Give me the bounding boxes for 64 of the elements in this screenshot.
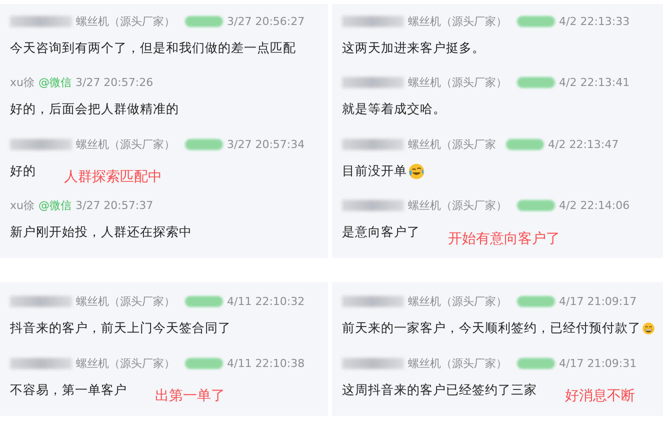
- blurred-name: [342, 200, 404, 211]
- message-text: 抖音来的客户，前天上门今天签合同了: [10, 320, 231, 336]
- message-text: 前天来的一家客户，今天顺利签约，已经付预付款了: [342, 320, 641, 336]
- message-time: 4/11 22:10:32: [227, 294, 305, 308]
- grinning-emoji-icon: [642, 320, 655, 336]
- message-time: 4/2 22:13:41: [559, 76, 630, 89]
- message-text: 这周抖音来的客户已经签约了三家: [342, 382, 537, 398]
- blurred-name: [10, 138, 72, 150]
- message-time: 4/17 21:09:31: [559, 356, 637, 370]
- blurred-tag: [517, 200, 555, 211]
- blurred-name: [10, 16, 72, 26]
- blurred-name: [10, 296, 72, 306]
- sender-name: 螺丝机（源头厂家）: [408, 198, 507, 213]
- blurred-tag: [185, 296, 223, 306]
- message-time: 4/2 22:14:06: [559, 199, 630, 212]
- blurred-name: [342, 77, 404, 88]
- message-time: 4/17 21:09:17: [559, 294, 637, 308]
- blurred-tag: [517, 296, 555, 306]
- sender-name: 螺丝机（源头厂家）: [408, 14, 507, 28]
- blurred-name: [342, 138, 404, 150]
- message-text: 好的，后面会把人群做精准的: [10, 101, 179, 118]
- blurred-name: [342, 358, 404, 368]
- sender-name: 螺丝机（源头厂家）: [76, 356, 175, 370]
- message-time: 3/27 20:57:26: [75, 76, 154, 89]
- message-text: 就是等着成交哈。: [342, 101, 446, 118]
- message-text: 新户刚开始投，人群还在探索中: [10, 224, 192, 241]
- annotation: 开始有意向客户了: [448, 230, 560, 248]
- blurred-name: [10, 358, 72, 368]
- sender-name: 螺丝机（源头厂家）: [76, 14, 175, 28]
- message-text: 好的: [10, 162, 36, 180]
- annotation: 好消息不断: [565, 387, 635, 405]
- message-text: 这两天加进来客户挺多。: [342, 40, 485, 56]
- laughing-crying-emoji-icon: [408, 162, 425, 180]
- sender-name: xu徐: [10, 75, 34, 90]
- sender-name: 螺丝机（源头厂家）: [408, 356, 507, 370]
- message-time: 3/27 20:57:34: [227, 138, 305, 150]
- message-time: 4/2 22:13:33: [559, 14, 630, 28]
- blurred-tag: [517, 358, 555, 368]
- message-time: 4/11 22:10:38: [227, 356, 305, 370]
- sender-name: 螺丝机（源头厂家）: [76, 136, 175, 152]
- blurred-tag: [506, 138, 544, 150]
- sender-name: 螺丝机（源头厂家: [408, 136, 496, 152]
- blurred-tag: [517, 77, 555, 88]
- blurred-name: [342, 16, 404, 26]
- message-text: 是意向客户了: [342, 224, 420, 241]
- message-time: 4/2 22:13:47: [548, 138, 619, 150]
- blurred-tag: [185, 138, 223, 150]
- channel-label: @微信: [38, 198, 72, 213]
- sender-name: 螺丝机（源头厂家）: [408, 294, 507, 308]
- sender-name: 螺丝机（源头厂家）: [76, 294, 175, 308]
- message-time: 3/27 20:57:37: [75, 199, 154, 212]
- message-text: 目前没开单: [342, 162, 407, 180]
- blurred-tag: [517, 16, 555, 26]
- message-text: 不容易，第一单客户: [10, 382, 127, 398]
- blurred-tag: [185, 358, 223, 368]
- message-text: 今天咨询到有两个了，但是和我们做的差一点匹配: [10, 40, 296, 56]
- sender-name: 螺丝机（源头厂家）: [408, 75, 507, 90]
- annotation: 出第一单了: [155, 387, 225, 405]
- blurred-tag: [185, 16, 223, 26]
- sender-name: xu徐: [10, 198, 34, 213]
- message-time: 3/27 20:56:27: [227, 14, 305, 28]
- annotation: 人群探索匹配中: [64, 168, 162, 186]
- channel-label: @微信: [38, 75, 72, 90]
- blurred-name: [342, 296, 404, 306]
